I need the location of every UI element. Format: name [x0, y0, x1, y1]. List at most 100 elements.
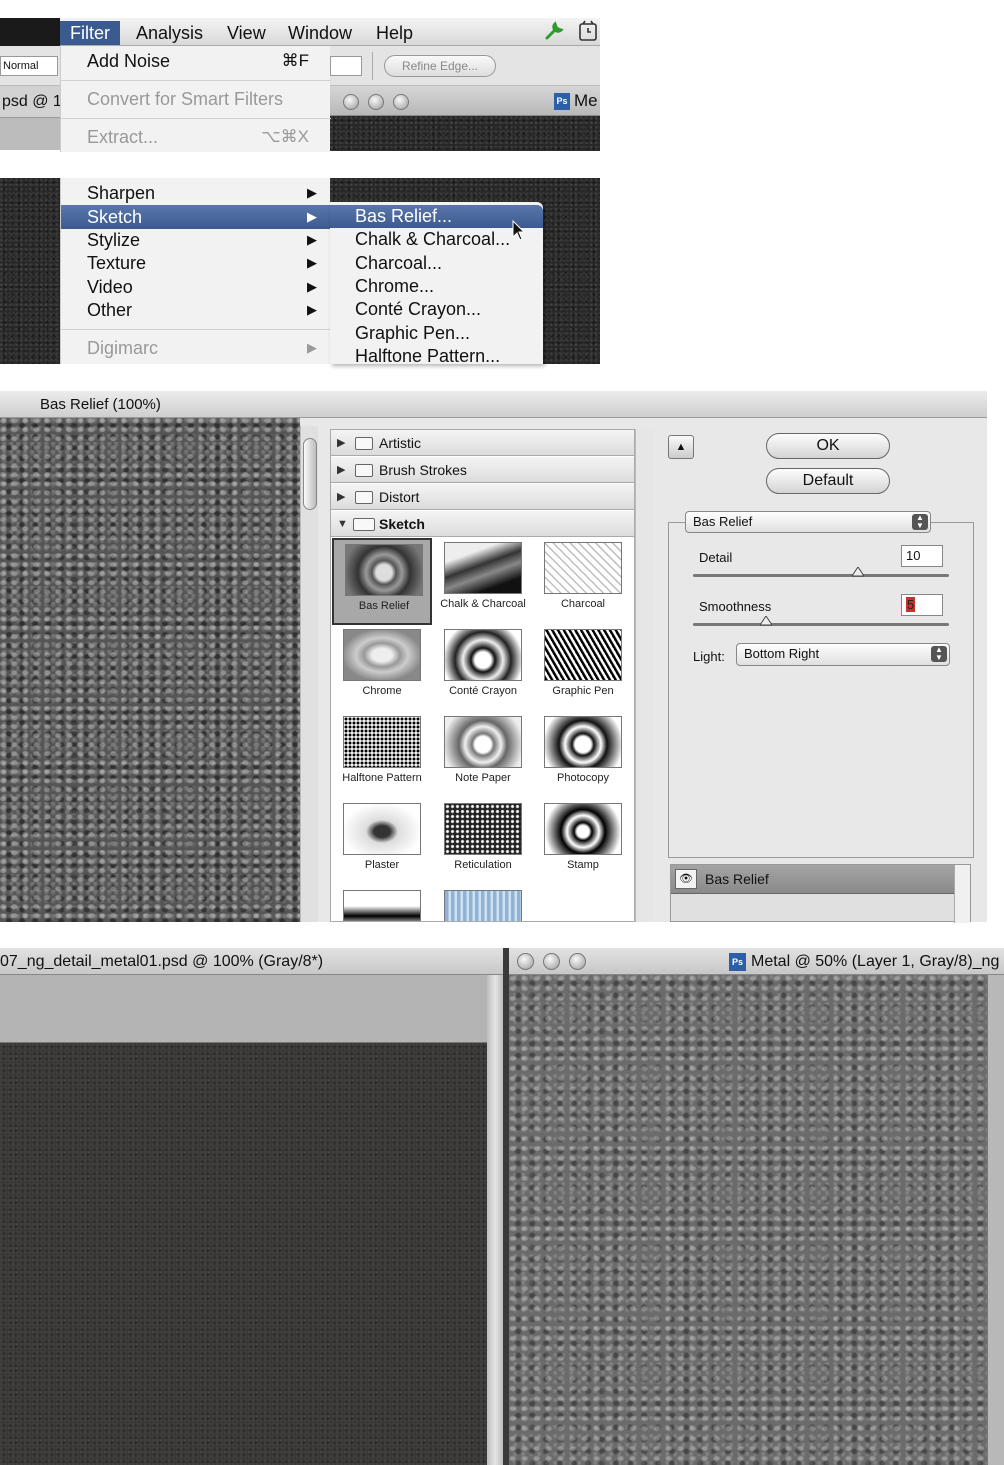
menu-item-video[interactable]: Video ▶	[61, 275, 331, 299]
effect-layer-row[interactable]: 👁 Bas Relief	[671, 865, 954, 894]
category-brush-strokes[interactable]: ▶ Brush Strokes	[331, 457, 634, 483]
disclosure-triangle-icon[interactable]: ▶	[337, 457, 345, 483]
menu-item-sharpen[interactable]: Sharpen ▶	[61, 181, 331, 205]
doc-left-scrollbar[interactable]	[487, 975, 503, 1465]
eye-visibility-icon[interactable]: 👁	[675, 869, 697, 889]
menu-bar-left-edge	[0, 18, 60, 46]
doc-left-pasteboard	[0, 975, 487, 1043]
dialog-title: Bas Relief (100%)	[0, 391, 987, 418]
filter-thumb-image	[444, 542, 522, 594]
close-window-icon[interactable]	[517, 953, 534, 970]
collapse-gallery-button[interactable]: ▲	[668, 435, 694, 459]
category-label: Brush Strokes	[379, 462, 467, 478]
detail-value: 10	[906, 548, 921, 563]
menu-item-label: Add Noise	[87, 51, 171, 71]
preview-scrollbar-thumb[interactable]	[303, 438, 317, 510]
submenu-item-graphic-pen[interactable]: Graphic Pen...	[330, 322, 543, 345]
menu-item-label: Stylize	[87, 230, 141, 250]
menu-item-label: Convert for Smart Filters	[87, 89, 284, 109]
filter-thumb-stamp[interactable]: Stamp	[533, 799, 633, 886]
filter-thumb-label: Stamp	[567, 859, 599, 871]
filter-thumb-reticulation[interactable]: Reticulation	[433, 799, 533, 886]
smoothness-slider-knob[interactable]	[760, 616, 773, 626]
light-direction-select[interactable]: Bottom Right ▲ ▼	[736, 643, 950, 666]
filter-list-scrollbar[interactable]	[635, 429, 653, 922]
menu-item-texture[interactable]: Texture ▶	[61, 251, 331, 275]
menu-item-other[interactable]: Other ▶	[61, 298, 331, 322]
category-distort[interactable]: ▶ Distort	[331, 484, 634, 510]
filter-type-select[interactable]: Bas Relief ▲ ▼	[685, 511, 931, 533]
submenu-arrow-icon: ▶	[307, 232, 317, 247]
disclosure-triangle-icon[interactable]: ▶	[337, 484, 345, 510]
doc-right-canvas[interactable]	[509, 975, 987, 1465]
menu-window[interactable]: Window	[278, 21, 362, 45]
category-sketch[interactable]: ▼ Sketch	[331, 511, 634, 537]
detail-slider-track[interactable]	[693, 574, 949, 577]
filter-preview-canvas[interactable]	[0, 418, 300, 922]
ok-button[interactable]: OK	[766, 433, 890, 459]
disclosure-triangle-open-icon[interactable]: ▼	[337, 511, 348, 537]
smoothness-input[interactable]: 5	[901, 594, 943, 616]
effect-layers-panel: 👁 Bas Relief	[670, 864, 971, 923]
menu-analysis[interactable]: Analysis	[126, 21, 213, 45]
refine-edge-button[interactable]: Refine Edge...	[384, 55, 496, 77]
filter-thumb-plaster[interactable]: Plaster	[332, 799, 432, 886]
default-button[interactable]: Default	[766, 468, 890, 494]
filter-thumb-torn-edges[interactable]	[332, 886, 432, 921]
filter-thumb-image	[444, 716, 522, 768]
minimize-window-icon[interactable]	[368, 94, 384, 110]
filter-thumb-image	[343, 629, 421, 681]
preview-scrollbar[interactable]	[300, 426, 318, 922]
filter-thumb-conte-crayon[interactable]: Conté Crayon	[433, 625, 533, 712]
submenu-arrow-icon: ▶	[307, 209, 317, 224]
options-field[interactable]	[330, 56, 362, 76]
filter-thumb-label: Graphic Pen	[552, 685, 614, 697]
menu-item-extract[interactable]: Extract... ⌥⌘X	[61, 125, 331, 149]
minimize-window-icon[interactable]	[543, 953, 560, 970]
zoom-window-icon[interactable]	[569, 953, 586, 970]
menu-item-digimarc[interactable]: Digimarc ▶	[61, 336, 331, 360]
menu-item-label: Sharpen	[87, 183, 156, 203]
filter-thumb-chalk-charcoal[interactable]: Chalk & Charcoal	[433, 538, 533, 625]
menu-item-sketch[interactable]: Sketch ▶	[61, 205, 331, 229]
filter-thumb-photocopy[interactable]: Photocopy	[533, 712, 633, 799]
filter-thumb-halftone-pattern[interactable]: Halftone Pattern	[332, 712, 432, 799]
filter-settings-panel: ▲ OK Default Bas Relief ▲ ▼ Detail 10 Smo…	[655, 418, 987, 923]
category-label: Distort	[379, 489, 420, 505]
blend-mode-select[interactable]: Normal	[0, 56, 58, 76]
filter-thumb-charcoal[interactable]: Charcoal	[533, 538, 633, 625]
wrench-icon[interactable]	[543, 20, 565, 48]
filter-thumb-graphic-pen[interactable]: Graphic Pen	[533, 625, 633, 712]
filter-thumb-chrome[interactable]: Chrome	[332, 625, 432, 712]
filter-gallery-dialog: Bas Relief (100%) ▶ Artistic ▶ Brush Str…	[0, 391, 987, 923]
mouse-pointer-icon	[512, 220, 526, 241]
menu-filter[interactable]: Filter	[60, 21, 120, 45]
submenu-item-conte-crayon[interactable]: Conté Crayon...	[330, 298, 543, 321]
category-artistic[interactable]: ▶ Artistic	[331, 430, 634, 456]
menu-view[interactable]: View	[217, 21, 276, 45]
submenu-item-halftone-pattern[interactable]: Halftone Pattern...	[330, 345, 543, 368]
clock-icon[interactable]	[578, 20, 598, 48]
filter-thumb-note-paper[interactable]: Note Paper	[433, 712, 533, 799]
filter-thumb-water-paper[interactable]	[433, 886, 533, 921]
submenu-item-charcoal[interactable]: Charcoal...	[330, 252, 543, 275]
filter-thumb-label: Reticulation	[454, 859, 512, 871]
menu-item-add-noise[interactable]: Add Noise ⌘F	[61, 49, 331, 73]
doc-title-right: Metal @ 50% (Layer 1, Gray/8)_ng	[751, 953, 1000, 970]
detail-slider-knob[interactable]	[851, 567, 864, 577]
doc-left-canvas[interactable]	[0, 1043, 487, 1465]
disclosure-triangle-icon[interactable]: ▶	[337, 430, 345, 456]
filter-thumb-image	[343, 803, 421, 855]
menu-item-convert-smart-filters[interactable]: Convert for Smart Filters	[61, 87, 331, 111]
smoothness-slider-track[interactable]	[693, 623, 949, 626]
menu-help[interactable]: Help	[366, 21, 423, 45]
zoom-window-icon[interactable]	[393, 94, 409, 110]
close-window-icon[interactable]	[343, 94, 359, 110]
filter-type-value: Bas Relief	[693, 514, 753, 529]
effect-layers-scrollbar[interactable]	[954, 865, 970, 923]
filter-thumb-label: Charcoal	[560, 598, 606, 610]
filter-thumb-bas-relief[interactable]: Bas Relief	[332, 538, 432, 625]
submenu-item-chrome[interactable]: Chrome...	[330, 275, 543, 298]
detail-input[interactable]: 10	[901, 545, 943, 567]
menu-item-stylize[interactable]: Stylize ▶	[61, 228, 331, 252]
